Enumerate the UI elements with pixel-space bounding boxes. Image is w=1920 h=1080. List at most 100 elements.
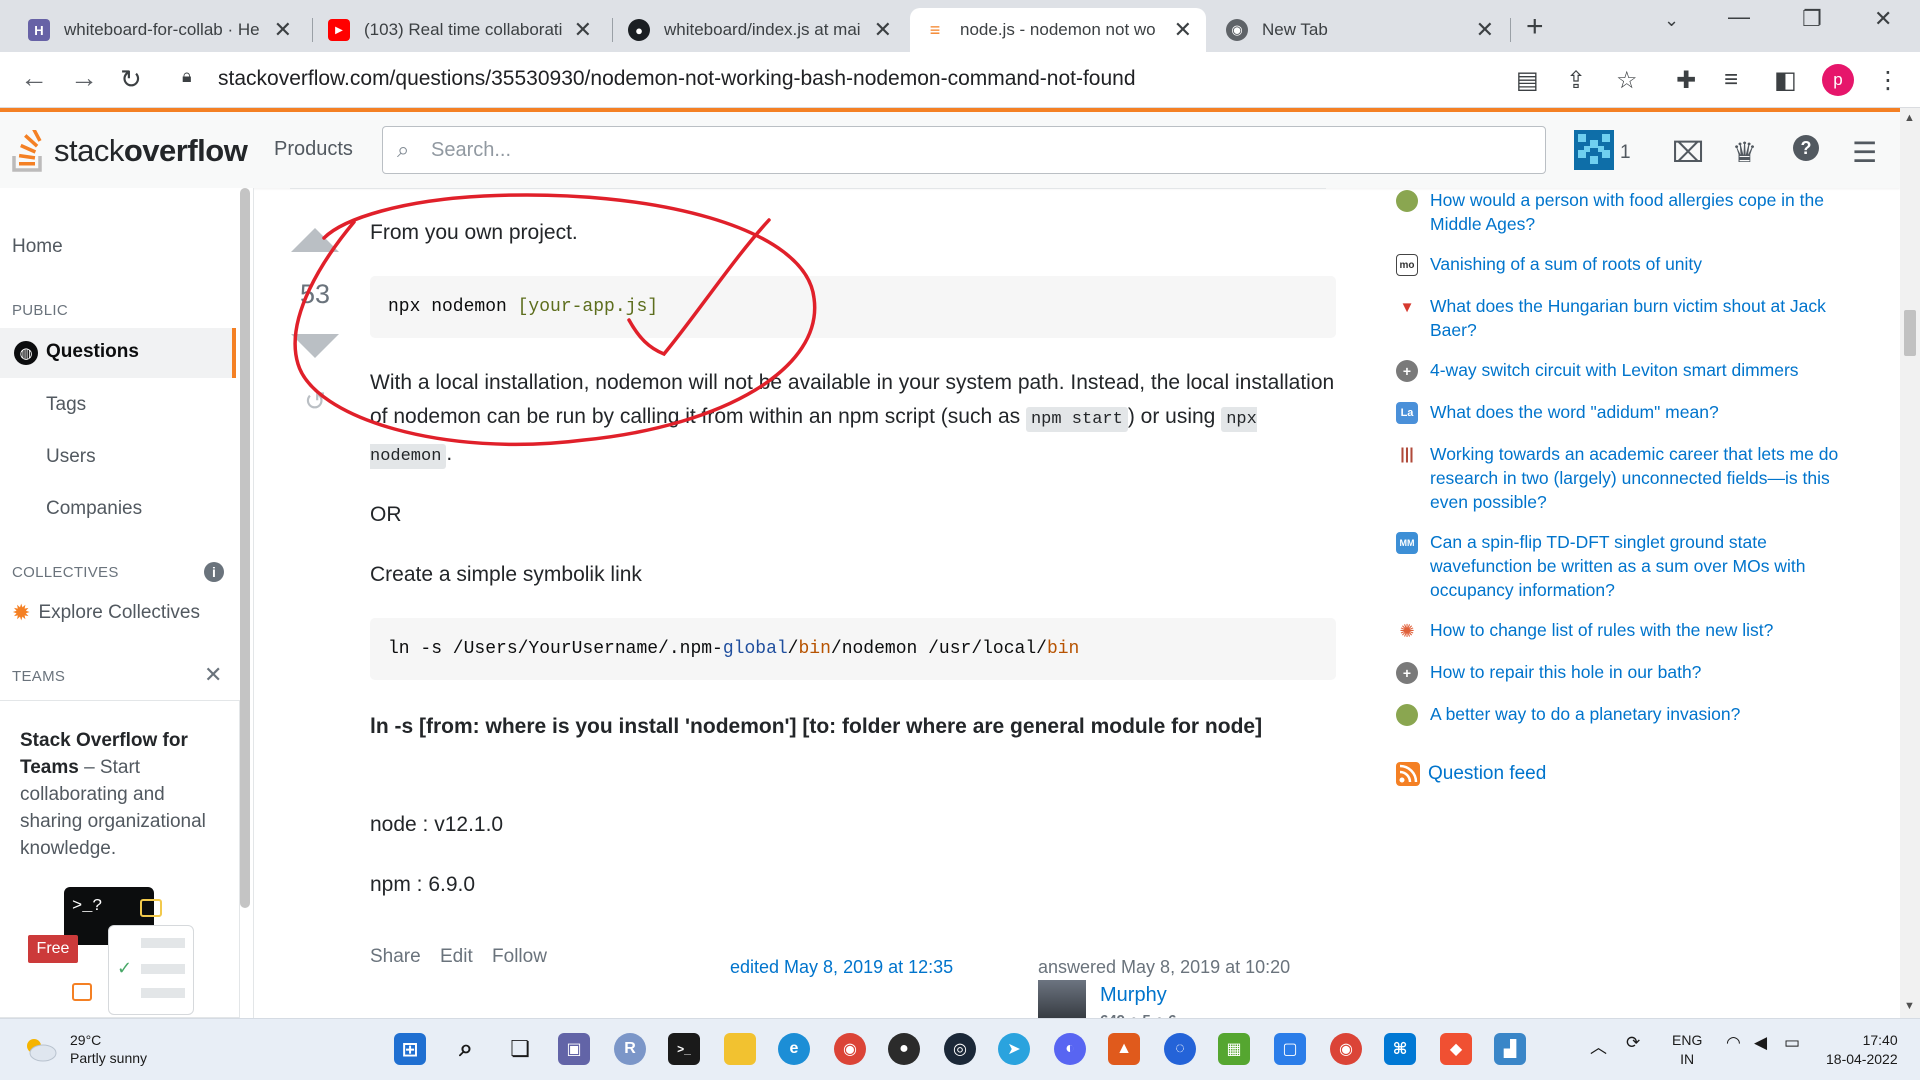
hot-question-link[interactable]: What does the Hungarian burn victim shou… (1430, 294, 1856, 342)
vscode-icon[interactable]: ⌘ (1384, 1033, 1416, 1065)
edge-icon[interactable]: e (778, 1033, 810, 1065)
user-avatar-icon[interactable] (1574, 130, 1614, 177)
gitkraken-icon[interactable]: ◆ (1440, 1033, 1472, 1065)
info-icon[interactable]: i (204, 562, 224, 582)
avatar[interactable] (1038, 980, 1086, 1018)
chrome-profile-icon[interactable]: ◉ (1330, 1033, 1362, 1065)
products-menu[interactable]: Products (274, 138, 353, 161)
extensions-puzzle-icon[interactable]: ✚ (1676, 66, 1696, 95)
nav-explore-collectives[interactable]: ✹ Explore Collectives (12, 600, 200, 626)
new-tab-plus-icon[interactable]: + (1526, 10, 1544, 44)
hot-question-link[interactable]: Working towards an academic career that … (1430, 442, 1856, 514)
downvote-arrow-icon[interactable] (291, 334, 339, 358)
share-icon[interactable]: ⇪ (1566, 66, 1586, 95)
hot-question-link[interactable]: How would a person with food allergies c… (1430, 188, 1856, 236)
matlab-icon[interactable]: ▲ (1108, 1033, 1140, 1065)
battery-icon[interactable]: ▭ (1784, 1033, 1800, 1053)
browser-tab-youtube[interactable]: ▶ (103) Real time collaborati ✕ (314, 8, 606, 52)
profile-avatar[interactable]: p (1822, 64, 1854, 96)
hot-question-item[interactable]: La What does the word "adidum" mean? (1396, 400, 1856, 424)
help-icon[interactable]: ? (1792, 134, 1820, 169)
file-explorer-icon[interactable] (724, 1033, 756, 1065)
browser-tab-heroku[interactable]: H whiteboard-for-collab · He ✕ (14, 8, 306, 52)
hot-question-link[interactable]: A better way to do a planetary invasion? (1430, 702, 1740, 726)
discord-icon[interactable]: ◐ (1054, 1033, 1086, 1065)
r-app-icon[interactable]: R (614, 1033, 646, 1065)
browser-tab-github[interactable]: ● whiteboard/index.js at mai ✕ (614, 8, 906, 52)
lock-icon[interactable]: 🔒︎ (182, 66, 192, 87)
weather-widget[interactable]: 29°C Partly sunny (22, 1031, 147, 1067)
close-tab-icon[interactable]: ✕ (574, 17, 592, 43)
hot-question-item[interactable]: MM Can a spin-flip TD-DFT singlet ground… (1396, 530, 1856, 602)
tray-chevron-icon[interactable]: ︿ (1590, 1033, 1607, 1058)
page-scrollbar[interactable]: ▲ ▼ (1900, 108, 1920, 1018)
windows-start-icon[interactable]: ⊞ (394, 1033, 426, 1065)
hot-question-link[interactable]: How to repair this hole in our bath? (1430, 660, 1701, 684)
close-tab-icon[interactable]: ✕ (274, 17, 292, 43)
follow-link[interactable]: Follow (492, 946, 547, 967)
minimize-icon[interactable]: — (1728, 4, 1750, 30)
left-sidebar-scrollbar[interactable] (238, 188, 252, 908)
nav-tags[interactable]: Tags (46, 394, 86, 416)
browser-menu-icon[interactable]: ⋮ (1876, 66, 1900, 95)
browser-tab-newtab[interactable]: ◉ New Tab ✕ (1212, 8, 1508, 52)
nav-users[interactable]: Users (46, 446, 96, 468)
search-input[interactable] (431, 135, 1531, 165)
hot-question-link[interactable]: Vanishing of a sum of roots of unity (1430, 252, 1702, 276)
reload-icon[interactable]: ↻ (120, 64, 142, 95)
nav-questions[interactable]: ◍ Questions (0, 328, 236, 378)
chrome-icon[interactable]: ◉ (834, 1033, 866, 1065)
scrollbar-thumb[interactable] (1904, 310, 1916, 356)
media-control-icon[interactable]: ≡ (1724, 66, 1738, 94)
reader-mode-icon[interactable]: ▤ (1516, 66, 1539, 95)
scroll-down-arrow-icon[interactable]: ▼ (1904, 1000, 1915, 1012)
edit-link[interactable]: Edit (440, 946, 473, 967)
minecraft-icon[interactable]: ▦ (1218, 1033, 1250, 1065)
share-link[interactable]: Share (370, 946, 421, 967)
volume-icon[interactable]: ◀ (1754, 1033, 1767, 1053)
question-feed-link[interactable]: Question feed (1396, 762, 1546, 786)
hot-question-link[interactable]: What does the word "adidum" mean? (1430, 400, 1719, 424)
photos-icon[interactable]: ▟ (1494, 1033, 1526, 1065)
revision-history-icon[interactable]: ↺ (290, 386, 340, 417)
sync-icon[interactable]: ⟳ (1626, 1033, 1640, 1053)
close-tab-icon[interactable]: ✕ (1174, 17, 1192, 43)
hot-question-link[interactable]: How to change list of rules with the new… (1430, 618, 1773, 642)
scroll-up-arrow-icon[interactable]: ▲ (1904, 112, 1915, 124)
hot-question-item[interactable]: How would a person with food allergies c… (1396, 188, 1856, 236)
site-switcher-icon[interactable]: ☰ (1852, 136, 1877, 169)
close-tab-icon[interactable]: ✕ (1476, 17, 1494, 43)
tab-search-chevron-icon[interactable]: ⌄ (1664, 10, 1679, 31)
url-text[interactable]: stackoverflow.com/questions/35530930/nod… (218, 67, 1136, 91)
hot-question-item[interactable]: mo Vanishing of a sum of roots of unity (1396, 252, 1856, 276)
terminal-icon[interactable]: >_ (668, 1033, 700, 1065)
achievements-trophy-icon[interactable]: ♛ (1732, 136, 1757, 169)
so-logo[interactable]: stackoverflow (12, 125, 248, 172)
forward-arrow-icon[interactable]: → (70, 62, 98, 94)
close-window-icon[interactable]: ✕ (1874, 6, 1892, 32)
browser-tab-stackoverflow[interactable]: ≡ node.js - nodemon not wo ✕ (910, 8, 1206, 52)
steam-icon[interactable]: ◎ (944, 1033, 976, 1065)
restore-icon[interactable]: ❐ (1802, 6, 1822, 32)
system-clock[interactable]: 17:40 18-04-2022 (1826, 1031, 1898, 1069)
edited-timestamp[interactable]: edited May 8, 2019 at 12:35 (730, 950, 953, 984)
so-search-box[interactable]: ⌕ (382, 126, 1546, 174)
wifi-icon[interactable]: ◠ (1726, 1033, 1741, 1053)
language-indicator[interactable]: ENG IN (1672, 1031, 1702, 1069)
obs-icon[interactable]: ● (888, 1033, 920, 1065)
hot-question-item[interactable]: ▼ What does the Hungarian burn victim sh… (1396, 294, 1856, 342)
back-arrow-icon[interactable]: ← (20, 62, 48, 94)
hot-question-item[interactable]: + How to repair this hole in our bath? (1396, 660, 1856, 684)
hot-question-item[interactable]: + 4-way switch circuit with Leviton smar… (1396, 358, 1856, 382)
nav-companies[interactable]: Companies (46, 498, 142, 520)
telegram-icon[interactable]: ➤ (998, 1033, 1030, 1065)
close-teams-icon[interactable]: ✕ (204, 662, 222, 688)
bookmark-star-icon[interactable]: ☆ (1616, 66, 1638, 95)
hot-question-item[interactable]: ||| Working towards an academic career t… (1396, 442, 1856, 514)
nav-home[interactable]: Home (12, 236, 63, 258)
upvote-arrow-icon[interactable] (291, 228, 339, 252)
search-icon[interactable]: ⌕ (450, 1033, 482, 1065)
teams-chat-icon[interactable]: ▣ (558, 1033, 590, 1065)
inbox-icon[interactable]: ⌧ (1672, 136, 1704, 169)
hot-question-item[interactable]: ✺ How to change list of rules with the n… (1396, 618, 1856, 642)
